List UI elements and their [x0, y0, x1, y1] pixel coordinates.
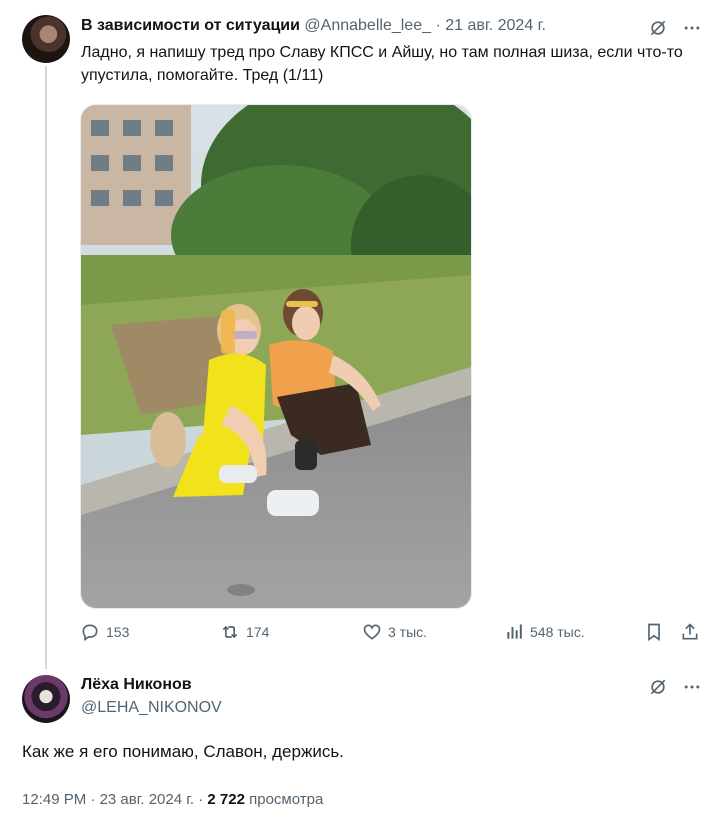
tweet-header-actions: [648, 677, 702, 697]
tweet-text: Как же я его понимаю, Славон, держись.: [22, 742, 344, 761]
heart-icon: [363, 624, 381, 640]
author-handle[interactable]: @Annabelle_lee_: [304, 17, 431, 34]
repost-button[interactable]: 174: [220, 622, 269, 642]
separator: ·: [435, 17, 441, 34]
reply-count: 153: [106, 624, 130, 640]
reply-button[interactable]: 153: [80, 622, 129, 642]
grok-icon[interactable]: [648, 677, 668, 697]
avatar[interactable]: [22, 15, 70, 63]
repost-icon: [222, 625, 238, 639]
more-icon[interactable]: [682, 18, 702, 38]
views-count: 548 тыс.: [530, 624, 585, 640]
tweet-photo[interactable]: [80, 104, 472, 609]
thread-line: [45, 66, 47, 669]
tweet-header: В зависимости от ситуации @Annabelle_lee…: [81, 15, 641, 37]
reply-icon: [82, 624, 98, 642]
share-icon: [682, 623, 698, 640]
tweet-text: Ладно, я напишу тред про Славу КПСС и Ай…: [81, 44, 683, 84]
bookmark-button[interactable]: [644, 622, 664, 642]
grok-icon[interactable]: [648, 18, 668, 38]
views-count: 2 722: [207, 791, 245, 808]
tweet-meta: 12:49 PM · 23 авг. 2024 г. · 2 722 просм…: [22, 791, 323, 808]
tweet-header-actions: [648, 18, 702, 38]
like-button[interactable]: 3 тыс.: [362, 622, 427, 642]
separator: ·: [90, 791, 96, 808]
avatar[interactable]: [22, 675, 70, 723]
views-icon: [507, 624, 522, 639]
views-button[interactable]: 548 тыс.: [504, 622, 585, 642]
bookmark-icon: [648, 623, 660, 642]
author-name[interactable]: В зависимости от ситуации: [81, 17, 300, 34]
more-icon[interactable]: [682, 677, 702, 697]
tweet-time[interactable]: 12:49 PM: [22, 791, 86, 808]
separator: ·: [198, 791, 204, 808]
author-handle[interactable]: @LEHA_NIKONOV: [81, 699, 222, 717]
views-label: просмотра: [249, 791, 324, 808]
repost-count: 174: [246, 624, 270, 640]
like-count: 3 тыс.: [388, 624, 428, 640]
author-name[interactable]: Лёха Никонов: [81, 676, 192, 694]
share-button[interactable]: [680, 622, 700, 642]
tweet-actions: 153 174 3 тыс. 548 тыс.: [80, 622, 701, 648]
tweet-date[interactable]: 23 авг. 2024 г.: [100, 791, 194, 808]
tweet-date[interactable]: 21 авг. 2024 г.: [445, 17, 546, 34]
